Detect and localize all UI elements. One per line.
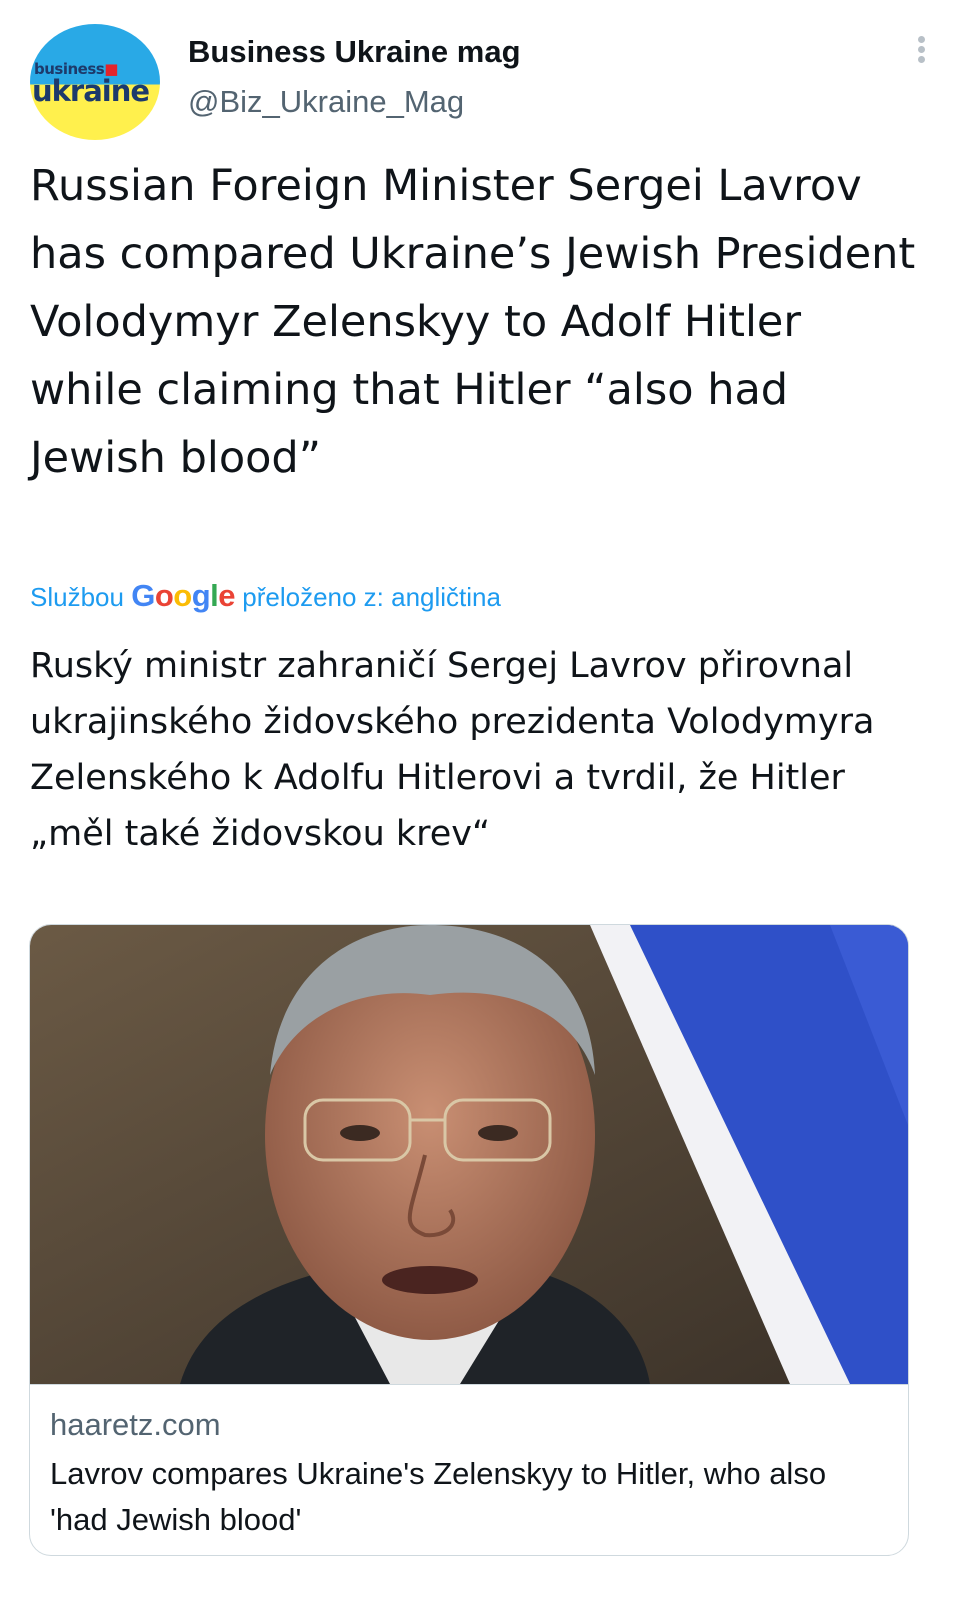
translation-attribution: Službou Google přeloženo z: angličtina (30, 578, 501, 614)
google-logo[interactable]: Google (131, 578, 235, 613)
translated-tweet-text: Ruský ministr zahraničí Sergej Lavrov př… (30, 646, 875, 854)
avatar-logo-big: ukraine (32, 74, 150, 108)
tweet-header: business■ ukraine Business Ukraine mag @… (30, 24, 930, 144)
link-title: Lavrov compares Ukraine's Zelenskyy to H… (50, 1456, 827, 1537)
translation-prefix: Službou (30, 582, 124, 612)
link-preview-card[interactable]: haaretz.com Lavrov compares Ukraine's Ze… (29, 924, 909, 1556)
author-handle[interactable]: @Biz_Ukraine_Mag (188, 84, 464, 120)
more-vertical-icon[interactable] (916, 36, 926, 66)
author-avatar[interactable]: business■ ukraine (30, 24, 160, 140)
translation-source-language[interactable]: přeloženo z: angličtina (242, 582, 501, 612)
author-display-name[interactable]: Business Ukraine mag (188, 34, 521, 70)
link-domain: haaretz.com (50, 1407, 221, 1442)
link-preview-meta[interactable]: haaretz.com Lavrov compares Ukraine's Ze… (30, 1384, 908, 1555)
tweet-text: Russian Foreign Minister Sergei Lavrov h… (30, 161, 916, 483)
link-preview-image[interactable] (30, 925, 908, 1384)
